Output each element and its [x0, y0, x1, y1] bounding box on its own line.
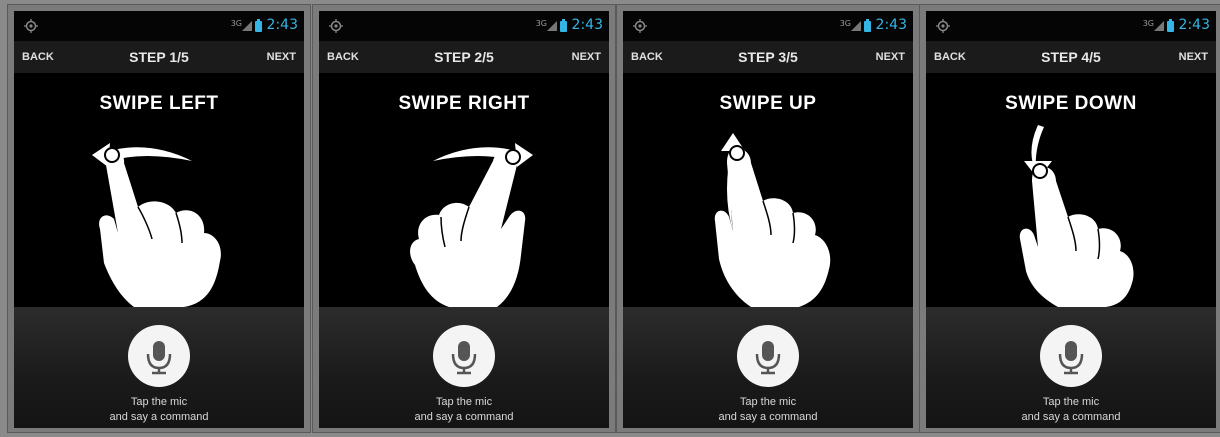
gesture-title: SWIPE DOWN	[1005, 93, 1137, 114]
step-indicator: STEP 4/5	[1041, 49, 1101, 65]
signal-icon	[242, 21, 252, 31]
network-type: 3G	[535, 19, 547, 28]
wizard-nav: BACK STEP 4/5 NEXT	[926, 41, 1216, 73]
phone-screen-step-3: 3G 2:43 BACK STEP 3/5 NEXT SWIPE UP Tap …	[616, 4, 920, 433]
clock: 2:43	[875, 17, 907, 33]
voice-panel: Tap the mic and say a command	[319, 307, 609, 428]
step-indicator: STEP 1/5	[129, 49, 189, 65]
gesture-title: SWIPE UP	[719, 93, 817, 114]
mic-button[interactable]	[1040, 325, 1102, 387]
wizard-nav: BACK STEP 2/5 NEXT	[319, 41, 609, 73]
microphone-icon	[146, 341, 172, 375]
signal-icon	[1154, 21, 1164, 31]
battery-icon	[560, 19, 567, 32]
battery-icon	[1167, 19, 1174, 32]
gesture-title: SWIPE RIGHT	[398, 93, 530, 114]
phone-screen-step-2: 3G 2:43 BACK STEP 2/5 NEXT SWIPE RIGHT T…	[312, 4, 616, 433]
gps-icon	[329, 19, 343, 33]
next-button[interactable]: NEXT	[267, 51, 296, 63]
mic-hint: Tap the mic and say a command	[319, 395, 609, 425]
gps-icon	[24, 19, 38, 33]
mic-button[interactable]	[433, 325, 495, 387]
gps-icon	[936, 19, 950, 33]
wizard-nav: BACK STEP 1/5 NEXT	[14, 41, 304, 73]
microphone-icon	[1058, 341, 1084, 375]
network-type: 3G	[839, 19, 851, 28]
swipe-right-hand-icon	[410, 143, 533, 307]
next-button[interactable]: NEXT	[876, 51, 905, 63]
step-indicator: STEP 3/5	[738, 49, 798, 65]
swipe-up-hand-icon	[714, 133, 831, 307]
gps-icon	[633, 19, 647, 33]
battery-icon	[255, 19, 262, 32]
microphone-icon	[451, 341, 477, 375]
hint-line-1: Tap the mic	[130, 396, 188, 408]
hint-line-1: Tap the mic	[739, 396, 797, 408]
battery-icon	[864, 19, 871, 32]
voice-panel: Tap the mic and say a command	[14, 307, 304, 428]
hint-line-1: Tap the mic	[1042, 396, 1100, 408]
microphone-icon	[755, 341, 781, 375]
hint-line-2: and say a command	[718, 411, 818, 423]
swipe-left-hand-icon	[92, 143, 221, 307]
mic-button[interactable]	[128, 325, 190, 387]
network-type: 3G	[230, 19, 242, 28]
hint-line-2: and say a command	[414, 411, 514, 423]
signal-icon	[547, 21, 557, 31]
voice-panel: Tap the mic and say a command	[926, 307, 1216, 428]
voice-panel: Tap the mic and say a command	[623, 307, 913, 428]
mic-button[interactable]	[737, 325, 799, 387]
next-button[interactable]: NEXT	[1179, 51, 1208, 63]
hint-line-1: Tap the mic	[435, 396, 493, 408]
step-indicator: STEP 2/5	[434, 49, 494, 65]
signal-icon	[851, 21, 861, 31]
phone-screen-step-1: 3G 2:43 BACK STEP 1/5 NEXT SWIPE LEFT Ta…	[7, 4, 311, 433]
status-bar: 3G 2:43	[14, 11, 304, 41]
hint-line-2: and say a command	[1021, 411, 1121, 423]
status-bar: 3G 2:43	[926, 11, 1216, 41]
phone-screen-step-4: 3G 2:43 BACK STEP 4/5 NEXT SWIPE DOWN Ta…	[919, 4, 1220, 433]
mic-hint: Tap the mic and say a command	[926, 395, 1216, 425]
gesture-title: SWIPE LEFT	[99, 93, 219, 114]
wizard-nav: BACK STEP 3/5 NEXT	[623, 41, 913, 73]
clock: 2:43	[1178, 17, 1210, 33]
hint-line-2: and say a command	[109, 411, 209, 423]
swipe-down-hand-icon	[1019, 125, 1134, 307]
status-bar: 3G 2:43	[623, 11, 913, 41]
clock: 2:43	[266, 17, 298, 33]
status-bar: 3G 2:43	[319, 11, 609, 41]
next-button[interactable]: NEXT	[572, 51, 601, 63]
clock: 2:43	[571, 17, 603, 33]
mic-hint: Tap the mic and say a command	[14, 395, 304, 425]
mic-hint: Tap the mic and say a command	[623, 395, 913, 425]
network-type: 3G	[1142, 19, 1154, 28]
